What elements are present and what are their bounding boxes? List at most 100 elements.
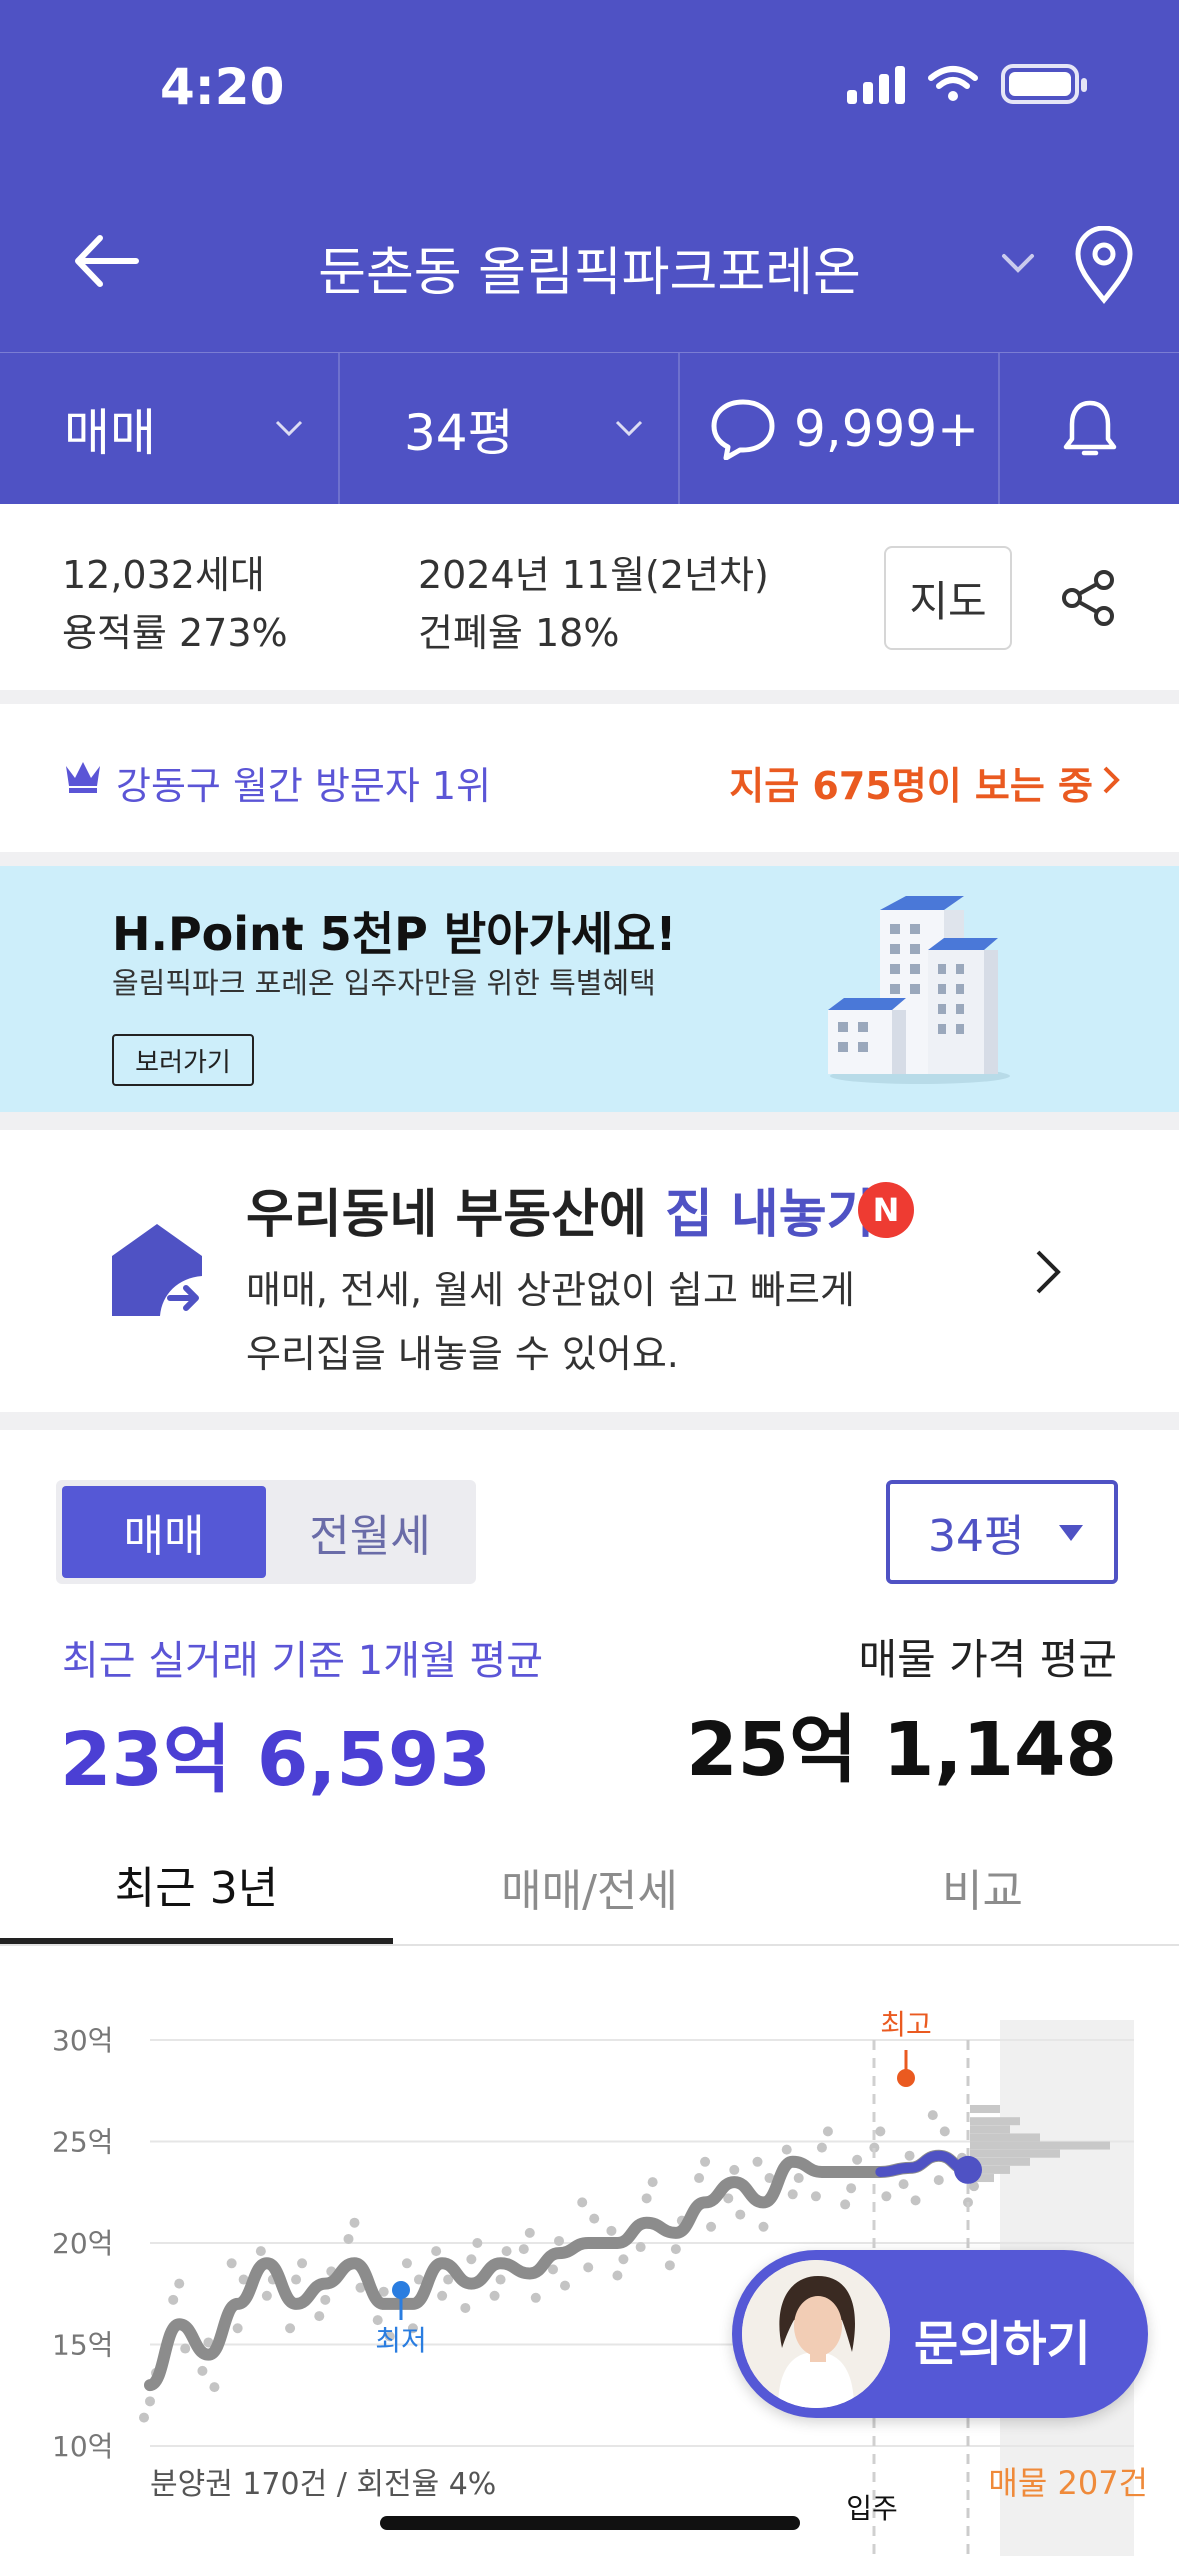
- trade-type-filter[interactable]: 매매: [0, 353, 340, 505]
- transaction-dot: [261, 2290, 272, 2301]
- transaction-dot: [706, 2221, 717, 2232]
- transaction-dot: [472, 2238, 483, 2248]
- move-in-label: 입주: [846, 2492, 898, 2525]
- home-indicator: [380, 2516, 800, 2530]
- transaction-dot: [810, 2191, 821, 2202]
- listing-average-value: 25억 1,148: [686, 1707, 1117, 1793]
- transaction-dot: [635, 2242, 646, 2253]
- transaction-dot: [466, 2254, 477, 2265]
- list-title-prefix: 우리동네 부동산에: [246, 1185, 665, 1245]
- households: 12,032세대: [62, 553, 265, 597]
- comments-button[interactable]: 9,999+: [680, 353, 1000, 505]
- transaction-dot: [530, 2292, 541, 2303]
- transaction-dot: [647, 2177, 658, 2188]
- transaction-dot: [495, 2274, 506, 2285]
- transaction-dot: [822, 2126, 833, 2137]
- transaction-dot: [787, 2189, 798, 2200]
- divider: [0, 1112, 1179, 1130]
- map-button[interactable]: 지도: [884, 546, 1012, 650]
- transaction-dot: [898, 2179, 909, 2190]
- listing-count[interactable]: 매물 207건: [988, 2464, 1148, 2502]
- banner-title: H.Point 5천P 받아가세요!: [112, 907, 677, 961]
- filter-bar: 매매 34평 9,999+: [0, 352, 1179, 505]
- listing-histogram-bar: [970, 2141, 1110, 2150]
- visitor-rank-text: 강동구 월간 방문자 1위: [116, 764, 492, 808]
- transaction-dot: [758, 2221, 769, 2232]
- transaction-dot: [232, 2323, 243, 2334]
- agent-avatar: [742, 2260, 890, 2408]
- current-price-point: [954, 2155, 982, 2184]
- comment-count: 9,999+: [794, 400, 980, 458]
- transaction-dot: [226, 2258, 237, 2269]
- list-desc-line1: 매매, 전세, 월세 상관없이 쉽고 빠르게: [246, 1268, 855, 1312]
- crown-icon: [66, 762, 100, 793]
- listing-histogram-bar: [970, 2117, 1020, 2126]
- transaction-dot: [174, 2278, 185, 2289]
- segment-sale[interactable]: 매매: [62, 1486, 266, 1578]
- wifi-icon: [928, 66, 978, 101]
- transaction-dot: [618, 2254, 629, 2265]
- status-icons: [847, 64, 1087, 104]
- transaction-dot: [641, 2193, 652, 2204]
- banner-subtitle: 올림픽파크 포레온 입주자만을 위한 특별혜택: [112, 966, 656, 1000]
- transaction-dot: [524, 2227, 535, 2238]
- caret-down-icon: [1059, 1525, 1083, 1541]
- transaction-dot: [554, 2235, 564, 2246]
- status-time: 4:20: [160, 58, 285, 116]
- tab-recent-3-years[interactable]: 최근 3년: [0, 1830, 393, 1944]
- transaction-dot: [670, 2244, 681, 2255]
- transaction-dot: [291, 2274, 302, 2285]
- transaction-dot: [840, 2199, 851, 2210]
- transaction-dot: [875, 2126, 886, 2137]
- new-badge: N: [858, 1182, 914, 1238]
- divider: [0, 1412, 1179, 1430]
- chevron-down-icon[interactable]: [1000, 250, 1036, 278]
- transaction-dot: [343, 2233, 354, 2244]
- segment-rent[interactable]: 전월세: [268, 1486, 472, 1578]
- apartment-building-illustration: [828, 896, 1010, 1084]
- transaction-dot: [489, 2290, 500, 2301]
- notification-button[interactable]: [1000, 353, 1179, 505]
- transaction-dot: [139, 2412, 149, 2423]
- share-icon[interactable]: [1058, 568, 1118, 628]
- size-select[interactable]: 34평: [886, 1480, 1118, 1584]
- transaction-dot: [612, 2270, 623, 2281]
- transaction-dot: [927, 2110, 938, 2121]
- list-property-title: 우리동네 부동산에 집 내놓기: [246, 1172, 874, 1247]
- transaction-dot: [752, 2156, 763, 2167]
- floor-area-ratio: 용적률 273%: [62, 611, 288, 655]
- bell-icon: [1063, 400, 1116, 456]
- map-pin-icon[interactable]: [1070, 226, 1138, 304]
- transaction-dot: [431, 2246, 442, 2257]
- listing-average-label: 매물 가격 평균: [858, 1635, 1117, 1684]
- transaction-dot: [501, 2246, 512, 2257]
- divider: [0, 690, 1179, 704]
- banner-view-button[interactable]: 보러가기: [112, 1034, 254, 1086]
- viewing-now-text[interactable]: 지금 675명이 보는 중: [729, 755, 1093, 810]
- y-tick-label: 10억: [52, 2430, 113, 2463]
- transaction-dot: [881, 2191, 892, 2202]
- trade-type-label: 매매: [64, 404, 156, 462]
- tab-sale-jeonse[interactable]: 매매/전세: [393, 1830, 786, 1944]
- inquiry-button[interactable]: 문의하기: [732, 2250, 1148, 2418]
- size-select-value: 34평: [928, 1511, 1025, 1562]
- size-filter[interactable]: 34평: [340, 353, 680, 505]
- chart-tabs: 최근 3년 매매/전세 비교: [0, 1830, 1179, 1946]
- move-in-date: 2024년 11월(2년차): [418, 553, 769, 597]
- transaction-dot: [314, 2311, 325, 2322]
- chevron-right-icon: [1103, 766, 1120, 794]
- listing-histogram-bar: [970, 2125, 1010, 2134]
- transaction-dot: [209, 2382, 220, 2393]
- transaction-dot: [729, 2164, 740, 2175]
- transaction-dot: [846, 2183, 857, 2194]
- tab-compare[interactable]: 비교: [786, 1830, 1179, 1944]
- list-title-highlight: 집 내놓기: [664, 1185, 875, 1245]
- list-property-description: 매매, 전세, 월세 상관없이 쉽고 빠르게 우리집을 내놓을 수 있어요.: [246, 1258, 855, 1386]
- transaction-dot: [606, 2225, 617, 2236]
- y-tick-label: 25억: [52, 2126, 113, 2159]
- house-arrow-icon: [112, 1224, 202, 1316]
- battery-icon: [1001, 64, 1087, 104]
- transaction-dot: [460, 2302, 471, 2313]
- transaction-dot: [145, 2396, 155, 2407]
- max-marker: [897, 2069, 915, 2087]
